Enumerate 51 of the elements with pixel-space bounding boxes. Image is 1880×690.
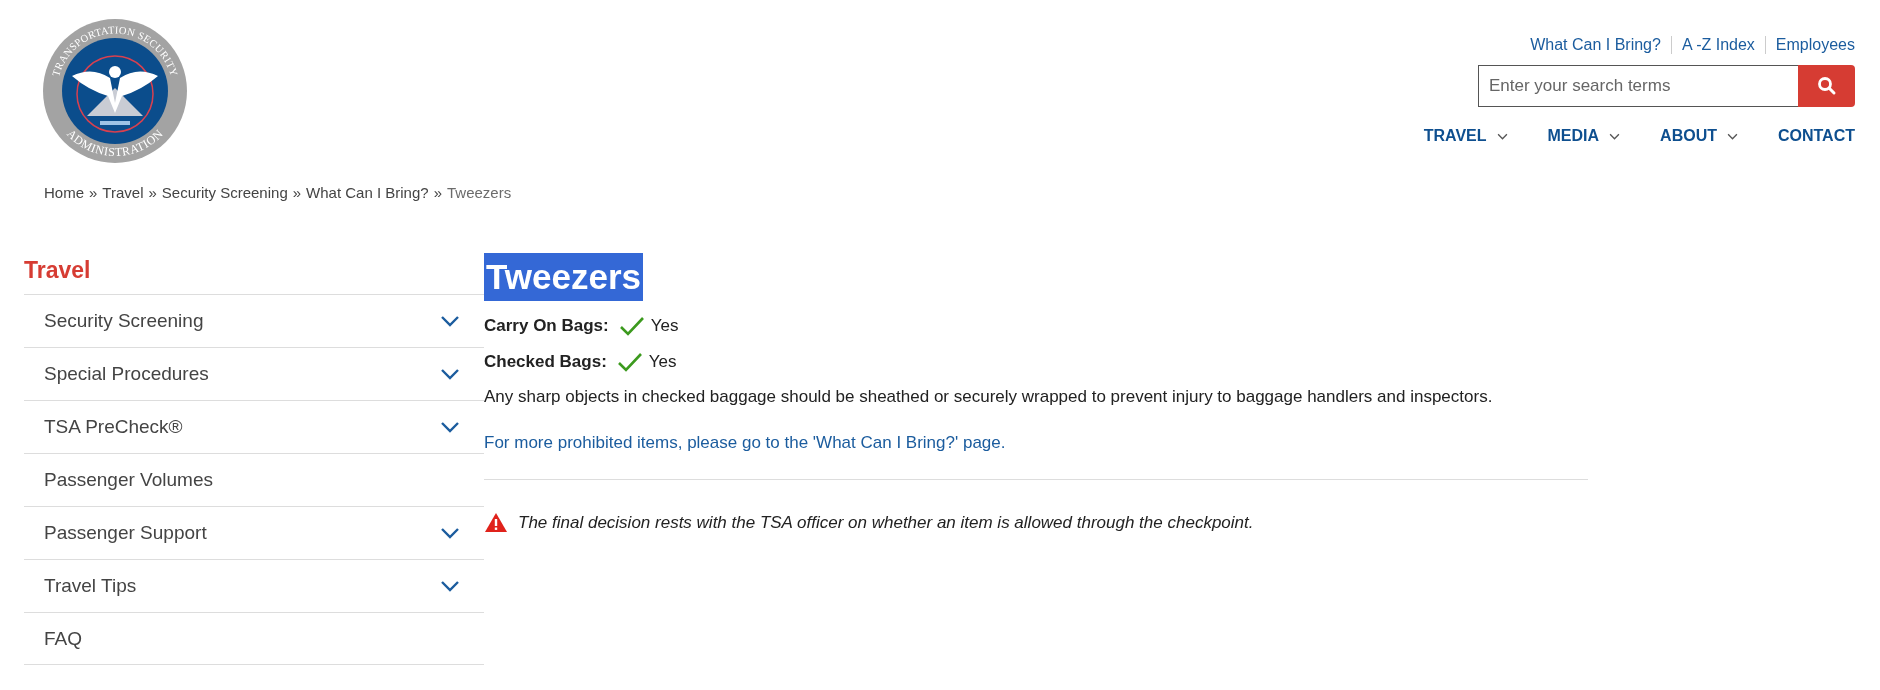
utility-link[interactable]: A -Z Index [1681,36,1755,54]
breadcrumb-link[interactable]: Security Screening [161,184,288,201]
sidebar-item-label[interactable]: Security Screening [44,310,204,332]
nav-link[interactable]: MEDIA [1547,127,1621,145]
sidebar-item-label[interactable]: Travel Tips [44,575,137,597]
warning-icon [484,512,508,533]
sidebar-item[interactable]: Travel Tips [24,559,484,612]
chevron-down-icon [440,580,460,592]
page-title: Tweezers [484,253,643,301]
rule-answer: Yes [648,352,677,372]
breadcrumb-separator: » [148,184,157,201]
search-icon [1816,76,1837,96]
search-field[interactable]: Enter your search terms [1478,65,1798,107]
more-items-link[interactable]: For more prohibited items, please go to the 'What Can I Bring?' page. [484,433,1006,453]
sidebar-item-label[interactable]: Passenger Support [44,522,207,544]
utility-link[interactable]: Employees [1775,36,1855,54]
breadcrumb-link[interactable]: Travel [102,184,144,201]
search-button[interactable] [1798,65,1855,107]
sidebar-item[interactable]: Special Procedures [24,347,484,400]
sidebar-item-label[interactable]: Passenger Volumes [44,469,213,491]
rule-label: Carry On Bags: [484,316,609,336]
chevron-down-icon [1726,132,1738,140]
chevron-down-icon [1609,132,1621,140]
sidebar-item[interactable]: Security Screening [24,294,484,347]
sidebar-title: Travel [24,256,92,285]
sidebar-item-label[interactable]: TSA PreCheck® [44,416,183,438]
rule-label: Checked Bags: [484,352,607,372]
breadcrumb-link[interactable]: What Can I Bring? [306,184,429,201]
chevron-down-icon [440,368,460,380]
description-text: Any sharp objects in checked baggage should be sheathed or securely wrapped to prevent injury to baggage handlers and inspectors. [484,387,1494,407]
sidebar-item[interactable]: Passenger Support [24,506,484,559]
sidebar-item-label[interactable]: Special Procedures [44,363,209,385]
sidebar-item[interactable]: FAQ [24,612,484,665]
utility-link[interactable]: What Can I Bring? [1530,36,1661,54]
rule-answer: Yes [650,316,679,336]
chevron-down-icon [440,315,460,327]
nav-link[interactable]: ABOUT [1660,127,1738,145]
sidebar-item[interactable]: Passenger Volumes [24,453,484,506]
nav-link[interactable]: CONTACT [1777,127,1855,145]
warning-text: The final decision rests with the TSA officer on whether an item is allowed through the checkpoint. [518,512,1254,533]
sidebar-item[interactable]: TSA PreCheck® [24,400,484,453]
breadcrumb-current: Tweezers [447,184,512,201]
chevron-down-icon [1496,132,1508,140]
breadcrumb-separator: » [433,184,442,201]
nav-link[interactable]: TRAVEL [1423,127,1508,145]
chevron-down-icon [440,421,460,433]
breadcrumb-separator: » [292,184,302,201]
breadcrumb-link[interactable]: Home [44,184,84,201]
breadcrumb-separator: » [89,184,98,201]
sidebar-item-label[interactable]: FAQ [44,627,82,650]
chevron-down-icon [440,527,460,539]
